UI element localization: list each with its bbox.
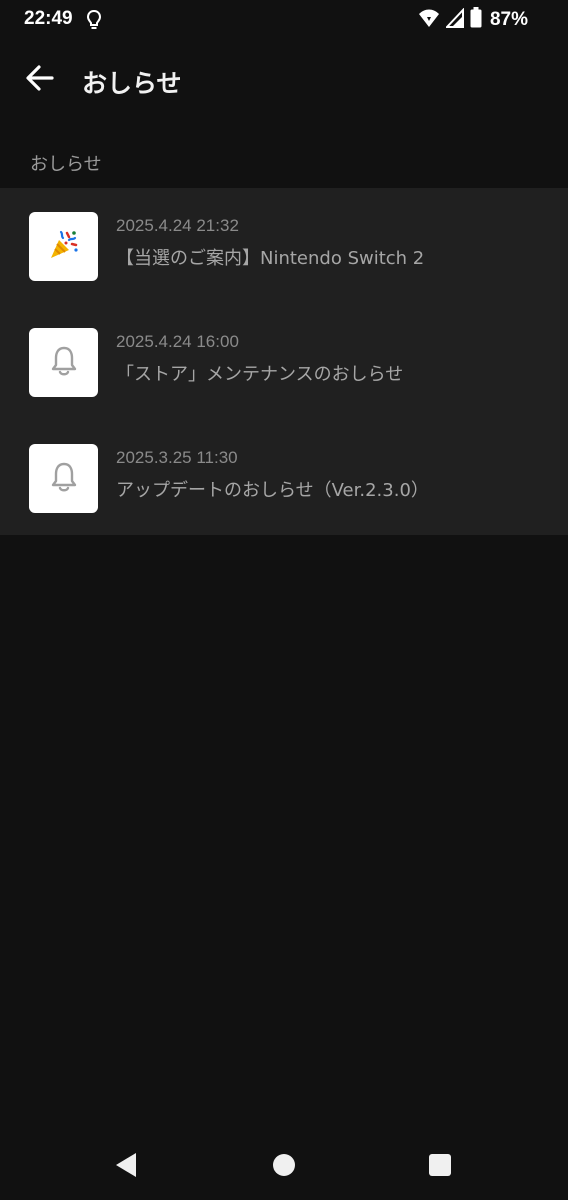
notification-item[interactable]: 2025.3.25 11:30 アップデートのおしらせ（Ver.2.3.0） xyxy=(0,420,568,536)
notification-date: 2025.4.24 21:32 xyxy=(116,216,239,235)
status-time: 22:49 xyxy=(24,8,73,29)
arrow-left-icon xyxy=(26,65,54,95)
home-circle-icon[interactable] xyxy=(273,1154,295,1176)
wifi-icon xyxy=(418,8,440,32)
notification-item[interactable]: 2025.4.24 21:32 【当選のご案内】Nintendo Switch … xyxy=(0,188,568,304)
notification-title: アップデートのおしらせ（Ver.2.3.0） xyxy=(116,480,429,501)
page-title: おしらせ xyxy=(82,69,182,98)
party-popper-icon xyxy=(47,228,81,266)
status-icons: 87% xyxy=(418,6,528,32)
section-title: おしらせ xyxy=(30,154,102,175)
notification-title: 「ストア」メンテナンスのおしらせ xyxy=(116,364,404,385)
back-triangle-icon[interactable] xyxy=(115,1152,137,1182)
notification-list: 2025.4.24 21:32 【当選のご案内】Nintendo Switch … xyxy=(0,188,568,535)
signal-icon xyxy=(444,6,464,32)
notification-thumbnail xyxy=(29,212,98,281)
battery-icon xyxy=(470,7,482,32)
app-bar: おしらせ xyxy=(0,40,568,120)
notification-title: 【当選のご案内】Nintendo Switch 2 xyxy=(116,248,425,269)
notification-item[interactable]: 2025.4.24 16:00 「ストア」メンテナンスのおしらせ xyxy=(0,304,568,420)
status-bar: 22:49 87% xyxy=(0,0,568,40)
notification-thumbnail xyxy=(29,444,98,513)
battery-percent: 87% xyxy=(489,8,528,30)
system-nav-bar xyxy=(0,1130,568,1200)
bell-icon xyxy=(49,345,79,381)
notification-date: 2025.4.24 16:00 xyxy=(116,332,239,351)
recents-square-icon[interactable] xyxy=(429,1154,451,1176)
lightbulb-icon xyxy=(86,9,102,35)
notification-thumbnail xyxy=(29,328,98,397)
bell-icon xyxy=(49,461,79,497)
notification-date: 2025.3.25 11:30 xyxy=(116,448,238,467)
back-button[interactable] xyxy=(22,62,58,98)
